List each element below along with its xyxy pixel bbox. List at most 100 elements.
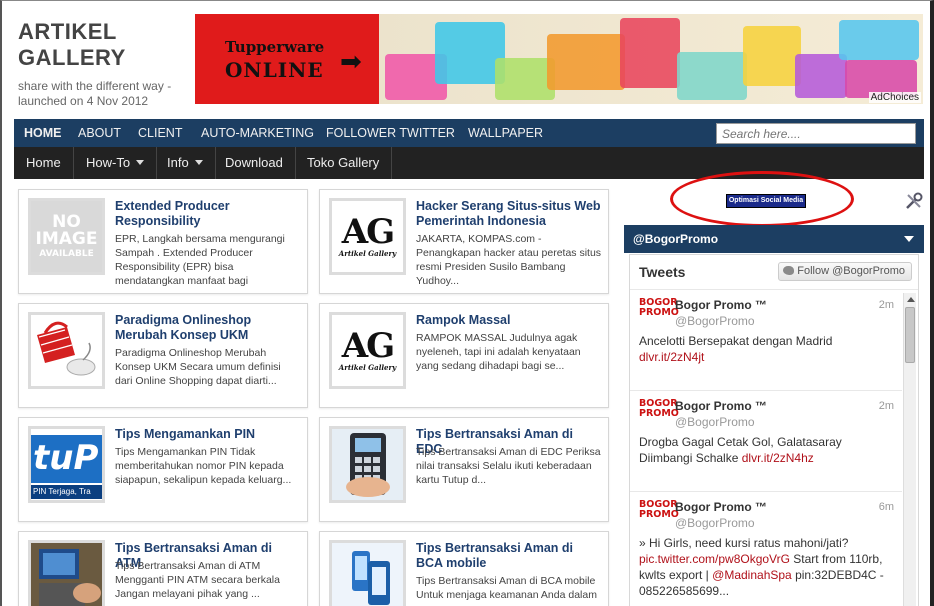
post-thumbnail-no-image[interactable]: NO IMAGE AVAILABLE <box>28 198 105 275</box>
subnav-home[interactable]: Home <box>14 147 74 179</box>
post-card: AG Artikel Gallery Rampok Massal RAMPOK … <box>319 303 609 408</box>
post-thumbnail-ag-logo[interactable]: AG Artikel Gallery <box>329 198 406 275</box>
post-thumbnail-edc-machine[interactable] <box>329 426 406 503</box>
tweet-link[interactable]: dlvr.it/2zN4jt <box>639 350 704 364</box>
avatar[interactable]: BOGOR PROMO <box>639 500 679 530</box>
timeline-scrollbar[interactable] <box>903 293 916 606</box>
caret-down-icon <box>136 160 145 165</box>
post-card: NO IMAGE AVAILABLE Extended Producer Res… <box>18 189 308 294</box>
post-thumbnail-atm[interactable] <box>28 540 105 606</box>
tweet-text: Drogba Gagal Cetak Gol, Galatasaray Diim… <box>639 434 897 466</box>
banner-brand: Tupperware <box>225 38 325 56</box>
post-snippet: Paradigma Onlineshop Merubah Konsep UKM … <box>115 347 281 387</box>
ag-logo-caption: Artikel Gallery <box>338 363 397 372</box>
tweet-body: Ancelotti Bersepakat dengan Madrid <box>639 334 833 348</box>
post-card: Paradigma Onlineshop Merubah Konsep UKM … <box>18 303 308 408</box>
post-title[interactable]: Hacker Serang Situs-situs Web Pemerintah… <box>416 199 602 229</box>
chevron-down-icon[interactable] <box>904 236 914 242</box>
pin-card-logo: tuP <box>33 438 99 478</box>
edc-machine-image <box>332 429 403 500</box>
post-snippet: EPR, Langkah bersama mengurangi Sampah .… <box>115 233 285 287</box>
tweets-heading: Tweets <box>639 264 686 280</box>
ag-logo-text: AG <box>341 212 395 252</box>
follow-button[interactable]: Follow @BogorPromo <box>778 262 912 281</box>
topnav-auto-marketing[interactable]: AUTO-MARKETING <box>201 119 314 147</box>
no-image-text: NO <box>52 211 81 232</box>
tweet-link[interactable]: pic.twitter.com/pw8OkgoVrG <box>639 552 790 566</box>
tweet-timestamp[interactable]: 2m <box>879 299 894 311</box>
tweet-text: » Hi Girls, need kursi ratus mahoni/jati… <box>639 535 897 599</box>
post-card: Tips Bertransaksi Aman di BCA mobile Tip… <box>319 531 609 606</box>
tweet-item: BOGOR PROMO Bogor Promo ™ @BogorPromo 6m… <box>630 492 902 606</box>
subnav-download[interactable]: Download <box>213 147 296 179</box>
topnav-client[interactable]: CLIENT <box>138 119 182 147</box>
tupperware-ad-banner[interactable]: Tupperware ONLINE ➡ AdChoices <box>195 14 923 104</box>
post-thumbnail-pin-card[interactable]: tuP PIN Terjaga, Tra <box>28 426 105 503</box>
post-snippet: Tips Mengamankan PIN Tidak memberitahuka… <box>115 446 292 486</box>
avatar-text: PROMO <box>639 408 679 419</box>
caret-down-icon <box>194 160 203 165</box>
avatar[interactable]: BOGOR PROMO <box>639 298 679 328</box>
avatar-text: PROMO <box>639 307 679 318</box>
tweet-timestamp[interactable]: 6m <box>879 501 894 513</box>
tweet-author-name[interactable]: Bogor Promo ™ <box>675 298 767 312</box>
tweet-mention-link[interactable]: @MadinahSpa <box>712 568 792 582</box>
tweet-item: BOGOR PROMO Bogor Promo ™ @BogorPromo 2m… <box>630 290 902 391</box>
search-input[interactable] <box>716 123 916 144</box>
avatar-text: PROMO <box>639 509 679 520</box>
topnav-home[interactable]: HOME <box>24 119 62 147</box>
post-snippet: Tips Bertransaksi Aman di EDC Periksa ni… <box>416 446 601 486</box>
post-title[interactable]: Tips Mengamankan PIN <box>115 427 301 442</box>
tweet-author-handle[interactable]: @BogorPromo <box>675 516 755 530</box>
tweet-link[interactable]: dlvr.it/2zN4hz <box>742 451 814 465</box>
post-snippet: Tips Bertransaksi Aman di BCA mobile Unt… <box>416 575 597 601</box>
page-frame: ARTIKEL GALLERY share with the different… <box>0 0 934 606</box>
post-title[interactable]: Rampok Massal <box>416 313 602 328</box>
tweet-body: » Hi Girls, need kursi ratus mahoni/jati… <box>639 536 849 550</box>
subnav-info[interactable]: Info <box>155 147 216 179</box>
banner-subtitle: ONLINE <box>225 58 324 82</box>
post-title[interactable]: Extended Producer Responsibility <box>115 199 301 229</box>
twitter-widget-header[interactable]: @BogorPromo <box>624 225 924 253</box>
tweet-author-name[interactable]: Bogor Promo ™ <box>675 500 767 514</box>
post-card: tuP PIN Terjaga, Tra Tips Mengamankan PI… <box>18 417 308 522</box>
banner-red-panel: Tupperware ONLINE ➡ <box>195 14 379 104</box>
topnav-follower-twitter[interactable]: FOLLOWER TWITTER <box>326 119 455 147</box>
tools-icon[interactable] <box>904 191 924 211</box>
post-snippet: Tips Bertransaksi Aman di ATM Mengganti … <box>115 560 280 600</box>
widget-title: @BogorPromo <box>633 232 719 246</box>
avatar[interactable]: BOGOR PROMO <box>639 399 679 429</box>
post-thumbnail-ag-logo[interactable]: AG Artikel Gallery <box>329 312 406 389</box>
tweet-timestamp[interactable]: 2m <box>879 400 894 412</box>
topnav-about[interactable]: ABOUT <box>78 119 121 147</box>
topnav-wallpaper[interactable]: WALLPAPER <box>468 119 543 147</box>
optimasi-social-media-badge[interactable]: Optimasi Social Media <box>726 194 806 208</box>
twitter-bird-icon <box>783 266 795 275</box>
top-navigation: HOME ABOUT CLIENT AUTO-MARKETING FOLLOWE… <box>14 119 924 147</box>
post-title[interactable]: Paradigma Onlineshop Merubah Konsep UKM <box>115 313 301 343</box>
subnav-how-to-label: How-To <box>86 155 131 170</box>
tweet-author-handle[interactable]: @BogorPromo <box>675 314 755 328</box>
follow-button-label: Follow @BogorPromo <box>797 265 905 277</box>
post-thumbnail-shopping-basket[interactable] <box>28 312 105 389</box>
post-snippet: RAMPOK MASSAL Judulnya agak nyeleneh, ta… <box>416 332 581 372</box>
post-title[interactable]: Tips Bertransaksi Aman di BCA mobile <box>416 541 602 571</box>
subnav-how-to[interactable]: How-To <box>74 147 158 179</box>
subnav-toko-gallery[interactable]: Toko Gallery <box>295 147 393 179</box>
site-title-line2: GALLERY <box>18 45 126 70</box>
post-thumbnail-bca-mobile[interactable] <box>329 540 406 606</box>
scrollbar-thumb[interactable] <box>905 307 915 363</box>
site-description: share with the different way - launched … <box>18 79 172 108</box>
adchoices-label[interactable]: AdChoices <box>868 92 921 103</box>
post-card: Tips Bertransaksi Aman di ATM Tips Bertr… <box>18 531 308 606</box>
post-card: Tips Bertransaksi Aman di EDC Tips Bertr… <box>319 417 609 522</box>
tweet-author-handle[interactable]: @BogorPromo <box>675 415 755 429</box>
no-image-text: IMAGE <box>35 228 98 249</box>
no-image-text: AVAILABLE <box>39 248 94 259</box>
scroll-up-arrow-icon[interactable] <box>907 297 915 302</box>
site-title[interactable]: ARTIKEL GALLERY <box>18 19 126 71</box>
tweet-author-name[interactable]: Bogor Promo ™ <box>675 399 767 413</box>
pin-card-caption: PIN Terjaga, Tra <box>31 485 102 499</box>
tweet-text: Ancelotti Bersepakat dengan Madrid dlvr.… <box>639 333 897 365</box>
twitter-timeline[interactable]: Tweets Follow @BogorPromo BOGOR PROMO Bo… <box>629 254 919 606</box>
